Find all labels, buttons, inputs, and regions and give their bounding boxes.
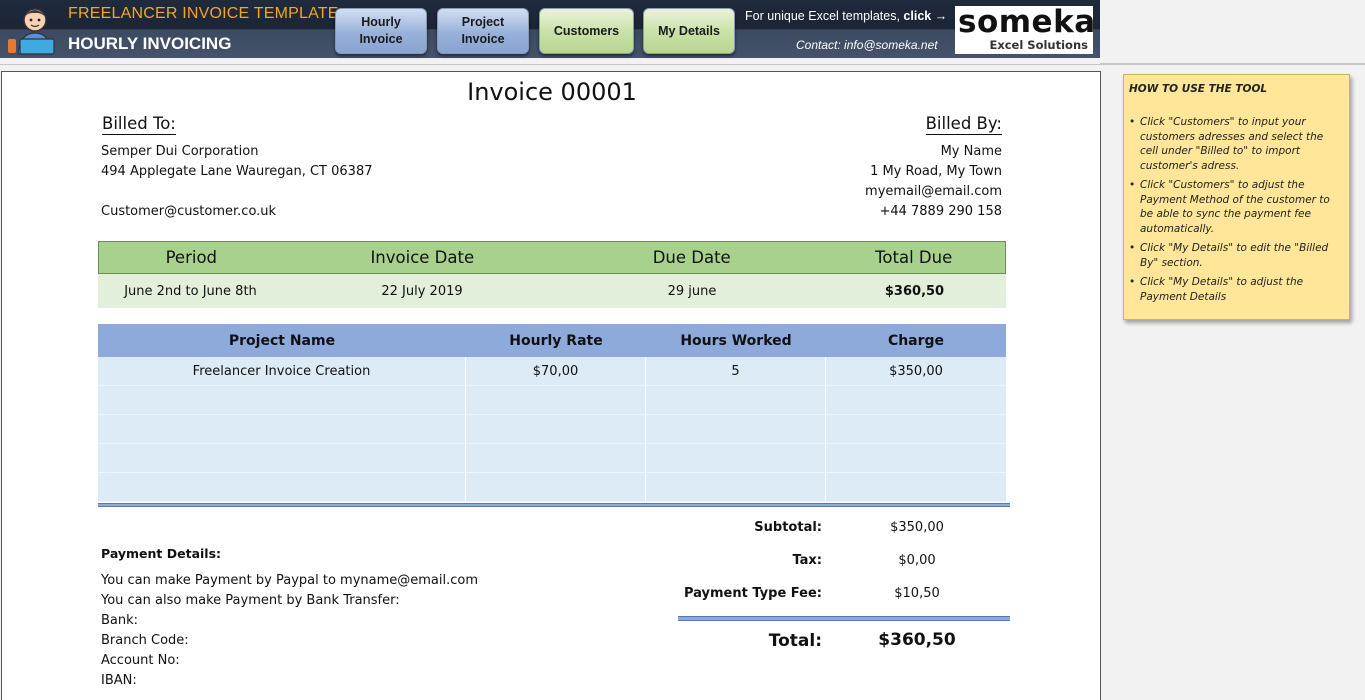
billed-to-label: Billed To: xyxy=(102,114,176,135)
billed-to-address: 494 Applegate Lane Wauregan, CT 06387 xyxy=(101,164,373,179)
subtotal-value: $350,00 xyxy=(890,520,944,535)
hourly-invoice-button[interactable]: Hourly Invoice xyxy=(335,8,427,54)
hours-worked-header: Hours Worked xyxy=(680,332,792,349)
hourly-rate-cell[interactable]: $70,00 xyxy=(466,357,646,385)
payment-line-paypal: You can make Payment by Paypal to myname… xyxy=(101,573,479,588)
tax-value[interactable]: $0,00 xyxy=(842,553,992,568)
project-invoice-button[interactable]: Project Invoice xyxy=(437,8,529,54)
hours-worked-cell[interactable]: 5 xyxy=(646,357,826,385)
summary-value-row: June 2nd to June 8th 22 July 2019 29 jun… xyxy=(98,274,1006,308)
help-list: Click "Customers" to input your customer… xyxy=(1129,115,1343,304)
hourly-rate-cell[interactable] xyxy=(466,415,646,443)
invoice-date-value[interactable]: 22 July 2019 xyxy=(283,274,561,308)
total-due-header: Total Due xyxy=(875,248,953,267)
total-label: Total: xyxy=(768,631,822,651)
projects-table-bottom-border xyxy=(98,503,1010,507)
app-header: FREELANCER INVOICE TEMPLATE HOURLY INVOI… xyxy=(0,0,1100,58)
table-row xyxy=(98,444,1006,473)
charge-header: Charge xyxy=(887,332,945,349)
total-value: $360,50 xyxy=(878,630,956,650)
totals-divider xyxy=(678,616,1010,621)
table-row xyxy=(98,473,1006,502)
charge-cell xyxy=(826,473,1006,501)
customers-label: Customers xyxy=(553,23,620,38)
promo-click[interactable]: click → xyxy=(903,9,947,23)
billed-by-address: 1 My Road, My Town xyxy=(870,164,1002,179)
billed-to-name[interactable]: Semper Dui Corporation xyxy=(101,144,258,159)
invoice-date-header: Invoice Date xyxy=(370,248,475,267)
app-title: FREELANCER INVOICE TEMPLATE xyxy=(68,5,339,22)
summary-header-row: Period Invoice Date Due Date Total Due xyxy=(98,241,1006,274)
promo-link[interactable]: For unique Excel templates, click → xyxy=(745,9,947,23)
hours-worked-cell[interactable] xyxy=(646,473,826,501)
project-invoice-label: Project Invoice xyxy=(461,15,505,46)
period-value[interactable]: June 2nd to June 8th xyxy=(98,274,283,308)
hourly-invoice-label: Hourly Invoice xyxy=(359,15,403,46)
project-name-cell[interactable]: Freelancer Invoice Creation xyxy=(98,357,466,385)
payment-line-iban: IBAN: xyxy=(101,673,137,688)
payment-line-bank-transfer: You can also make Payment by Bank Transf… xyxy=(101,593,400,608)
invoice-page: Invoice 00001 Billed To: Billed By: Semp… xyxy=(1,71,1101,700)
table-row: Freelancer Invoice Creation $70,00 5 $35… xyxy=(98,357,1006,386)
tax-label: Tax: xyxy=(792,553,822,568)
help-item: Click "Customers" to adjust the Payment … xyxy=(1129,178,1343,236)
hourly-rate-cell[interactable] xyxy=(466,444,646,472)
help-title: HOW TO USE THE TOOL xyxy=(1129,83,1268,95)
help-item: Click "My Details" to adjust the Payment… xyxy=(1129,275,1343,304)
billed-by-label: Billed By: xyxy=(925,114,1002,135)
project-name-cell[interactable] xyxy=(98,473,466,501)
payment-fee-value: $10,50 xyxy=(894,586,940,601)
billed-to-email: Customer@customer.co.uk xyxy=(101,204,277,219)
invoice-summary-table: Period Invoice Date Due Date Total Due J… xyxy=(98,241,1006,308)
payment-line-bank: Bank: xyxy=(101,613,139,628)
payment-details-title: Payment Details: xyxy=(101,546,222,561)
billed-by-email: myemail@email.com xyxy=(865,184,1002,199)
payment-line-branch-code: Branch Code: xyxy=(101,633,189,648)
payment-line-account-no: Account No: xyxy=(101,653,180,668)
freelancer-avatar-icon xyxy=(8,8,55,55)
projects-table: Project Name Hourly Rate Hours Worked Ch… xyxy=(98,324,1006,502)
promo-text: For unique Excel templates, xyxy=(745,9,904,23)
help-item: Click "Customers" to input your customer… xyxy=(1129,115,1343,173)
project-name-cell[interactable] xyxy=(98,415,466,443)
charge-cell xyxy=(826,386,1006,414)
hourly-rate-cell[interactable] xyxy=(466,473,646,501)
period-header: Period xyxy=(165,248,218,267)
contact-email: Contact: info@someka.net xyxy=(796,38,938,52)
payment-fee-label: Payment Type Fee: xyxy=(683,586,822,601)
table-row xyxy=(98,386,1006,415)
logo-subtitle: Excel Solutions xyxy=(989,38,1088,52)
subtotal-label: Subtotal: xyxy=(754,520,822,535)
billed-by-name: My Name xyxy=(940,144,1002,159)
someka-logo[interactable]: someka Excel Solutions xyxy=(955,4,1096,54)
billed-by-phone: +44 7889 290 158 xyxy=(879,204,1002,219)
help-item: Click "My Details" to edit the "Billed B… xyxy=(1129,241,1343,270)
app-subtitle: HOURLY INVOICING xyxy=(68,34,232,53)
hourly-rate-cell[interactable] xyxy=(466,386,646,414)
hours-worked-cell[interactable] xyxy=(646,415,826,443)
charge-cell: $350,00 xyxy=(889,363,943,379)
hours-worked-cell[interactable] xyxy=(646,386,826,414)
my-details-button[interactable]: My Details xyxy=(643,8,735,54)
projects-header-row: Project Name Hourly Rate Hours Worked Ch… xyxy=(98,324,1006,357)
due-date-header: Due Date xyxy=(652,248,731,267)
charge-cell xyxy=(826,444,1006,472)
logo-word: someka xyxy=(958,4,1096,40)
invoice-title: Invoice 00001 xyxy=(467,78,637,106)
project-name-cell[interactable] xyxy=(98,444,466,472)
header-spacer xyxy=(1100,0,1365,64)
hourly-rate-header: Hourly Rate xyxy=(509,332,603,349)
project-name-cell[interactable] xyxy=(98,386,466,414)
how-to-use-note: HOW TO USE THE TOOL Click "Customers" to… xyxy=(1123,74,1350,320)
due-date-value[interactable]: 29 june xyxy=(561,274,823,308)
total-due-value: $360,50 xyxy=(884,283,945,299)
table-row xyxy=(98,415,1006,444)
header-divider xyxy=(0,64,1365,65)
my-details-label: My Details xyxy=(658,23,720,38)
charge-cell xyxy=(826,415,1006,443)
project-name-header: Project Name xyxy=(228,332,336,349)
hours-worked-cell[interactable] xyxy=(646,444,826,472)
customers-button[interactable]: Customers xyxy=(539,8,634,54)
